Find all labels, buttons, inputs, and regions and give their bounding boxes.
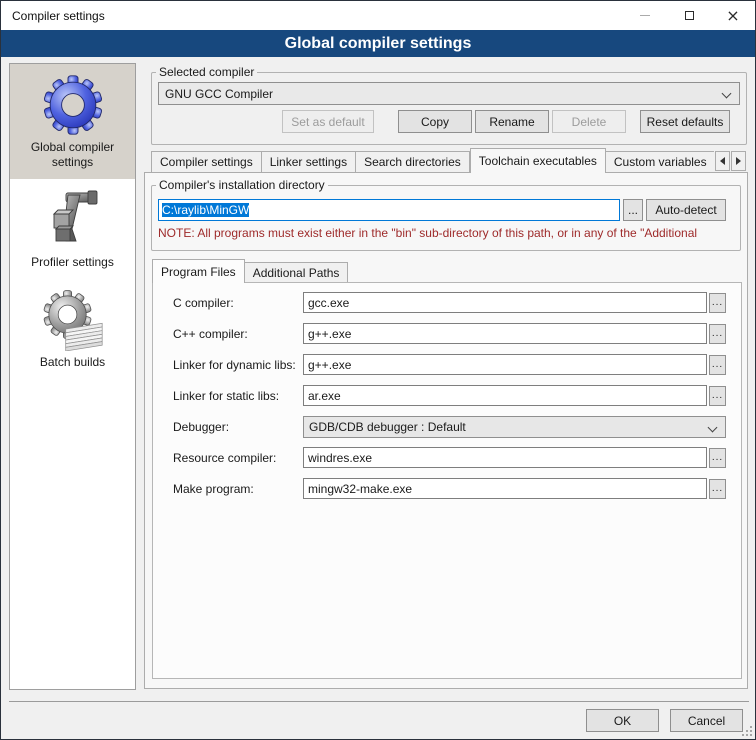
debugger-select[interactable]: GDB/CDB debugger : Default xyxy=(303,416,726,438)
close-button[interactable]: × xyxy=(711,1,755,30)
selected-compiler-group: Selected compiler GNU GCC Compiler Set a… xyxy=(151,65,747,145)
sidebar-item-label: Global compiler settings xyxy=(14,140,131,170)
blue-gear-icon xyxy=(42,74,104,136)
ok-button[interactable]: OK xyxy=(586,709,659,732)
tab-scroll-buttons xyxy=(714,151,746,171)
dynamic-linker-input[interactable] xyxy=(303,354,707,375)
static-linker-input[interactable] xyxy=(303,385,707,406)
set-as-default-button[interactable]: Set as default xyxy=(282,110,374,133)
static-linker-browse-button[interactable]: ... xyxy=(709,386,726,406)
tab-toolchain-executables[interactable]: Toolchain executables xyxy=(470,148,606,173)
maximize-icon xyxy=(685,11,694,20)
cpp-compiler-label: C++ compiler: xyxy=(173,327,303,341)
chevron-down-icon xyxy=(708,422,718,432)
tab-scroll-left-button[interactable] xyxy=(715,151,730,171)
field-row-static-linker: Linker for static libs: ... xyxy=(173,385,741,406)
installation-directory-group-title: Compiler's installation directory xyxy=(156,178,328,192)
resource-compiler-label: Resource compiler: xyxy=(173,451,303,465)
install-dir-note: NOTE: All programs must exist either in … xyxy=(158,226,738,240)
install-dir-selected-text: C:\raylib\MinGW xyxy=(162,203,249,217)
program-files-panel: C compiler: ... C++ compiler: ... Linker… xyxy=(152,282,742,679)
install-dir-input[interactable]: C:\raylib\MinGW xyxy=(158,199,620,221)
minimize-icon xyxy=(640,15,650,16)
auto-detect-button[interactable]: Auto-detect xyxy=(646,199,726,221)
chevron-down-icon xyxy=(722,89,732,99)
program-files-tab-strip: Program Files Additional Paths xyxy=(152,259,348,283)
debugger-label: Debugger: xyxy=(173,420,303,434)
field-row-debugger: Debugger: GDB/CDB debugger : Default xyxy=(173,416,741,437)
c-compiler-browse-button[interactable]: ... xyxy=(709,293,726,313)
c-compiler-label: C compiler: xyxy=(173,296,303,310)
field-row-c-compiler: C compiler: ... xyxy=(173,292,741,313)
settings-tab-strip: Compiler settings Linker settings Search… xyxy=(151,148,714,173)
sidebar-item-label: Batch builds xyxy=(14,355,131,370)
copy-button[interactable]: Copy xyxy=(398,110,472,133)
arrow-left-icon xyxy=(720,157,725,165)
compiler-select[interactable]: GNU GCC Compiler xyxy=(158,82,740,105)
resource-compiler-browse-button[interactable]: ... xyxy=(709,448,726,468)
debugger-select-value: GDB/CDB debugger : Default xyxy=(309,420,466,434)
reset-defaults-button[interactable]: Reset defaults xyxy=(640,110,730,133)
installation-directory-group: Compiler's installation directory C:\ray… xyxy=(151,178,741,251)
make-program-label: Make program: xyxy=(173,482,303,496)
make-program-browse-button[interactable]: ... xyxy=(709,479,726,499)
page-title: Global compiler settings xyxy=(1,30,755,57)
make-program-input[interactable] xyxy=(303,478,707,499)
tab-compiler-settings[interactable]: Compiler settings xyxy=(151,151,262,173)
resize-grip[interactable] xyxy=(742,726,752,736)
compiler-settings-window: Compiler settings × Global compiler sett… xyxy=(0,0,756,740)
gear-stack-icon xyxy=(42,289,104,351)
title-bar[interactable]: Compiler settings × xyxy=(1,1,755,30)
maximize-button[interactable] xyxy=(667,1,711,30)
window-title: Compiler settings xyxy=(12,9,105,23)
field-row-dynamic-linker: Linker for dynamic libs: ... xyxy=(173,354,741,375)
footer-divider xyxy=(9,701,749,702)
field-row-resource-compiler: Resource compiler: ... xyxy=(173,447,741,468)
cancel-button[interactable]: Cancel xyxy=(670,709,743,732)
static-linker-label: Linker for static libs: xyxy=(173,389,303,403)
tab-additional-paths[interactable]: Additional Paths xyxy=(245,262,349,283)
install-dir-browse-button[interactable]: ... xyxy=(623,199,643,221)
minimize-button[interactable] xyxy=(623,1,667,30)
main-panel: Selected compiler GNU GCC Compiler Set a… xyxy=(144,63,749,690)
dynamic-linker-browse-button[interactable]: ... xyxy=(709,355,726,375)
caliper-icon xyxy=(42,189,104,251)
sidebar-item-batch-builds[interactable]: Batch builds xyxy=(10,279,135,379)
delete-button[interactable]: Delete xyxy=(552,110,626,133)
tab-program-files[interactable]: Program Files xyxy=(152,259,245,283)
toolchain-executables-panel: Compiler's installation directory C:\ray… xyxy=(144,172,748,689)
tab-linker-settings[interactable]: Linker settings xyxy=(262,151,356,173)
cpp-compiler-browse-button[interactable]: ... xyxy=(709,324,726,344)
resource-compiler-input[interactable] xyxy=(303,447,707,468)
field-row-cpp-compiler: C++ compiler: ... xyxy=(173,323,741,344)
c-compiler-input[interactable] xyxy=(303,292,707,313)
close-icon: × xyxy=(726,8,739,24)
tab-search-directories[interactable]: Search directories xyxy=(356,151,470,173)
settings-sidebar: Global compiler settings xyxy=(9,63,136,690)
cpp-compiler-input[interactable] xyxy=(303,323,707,344)
sidebar-item-label: Profiler settings xyxy=(14,255,131,270)
dynamic-linker-label: Linker for dynamic libs: xyxy=(173,358,303,372)
window-controls: × xyxy=(623,1,755,30)
selected-compiler-group-title: Selected compiler xyxy=(156,65,257,79)
sidebar-item-profiler-settings[interactable]: Profiler settings xyxy=(10,179,135,279)
sidebar-item-global-compiler-settings[interactable]: Global compiler settings xyxy=(10,64,135,179)
rename-button[interactable]: Rename xyxy=(475,110,549,133)
arrow-right-icon xyxy=(736,157,741,165)
compiler-select-value: GNU GCC Compiler xyxy=(165,87,273,101)
field-row-make-program: Make program: ... xyxy=(173,478,741,499)
tab-scroll-right-button[interactable] xyxy=(731,151,746,171)
tab-custom-variables[interactable]: Custom variables xyxy=(606,151,714,173)
